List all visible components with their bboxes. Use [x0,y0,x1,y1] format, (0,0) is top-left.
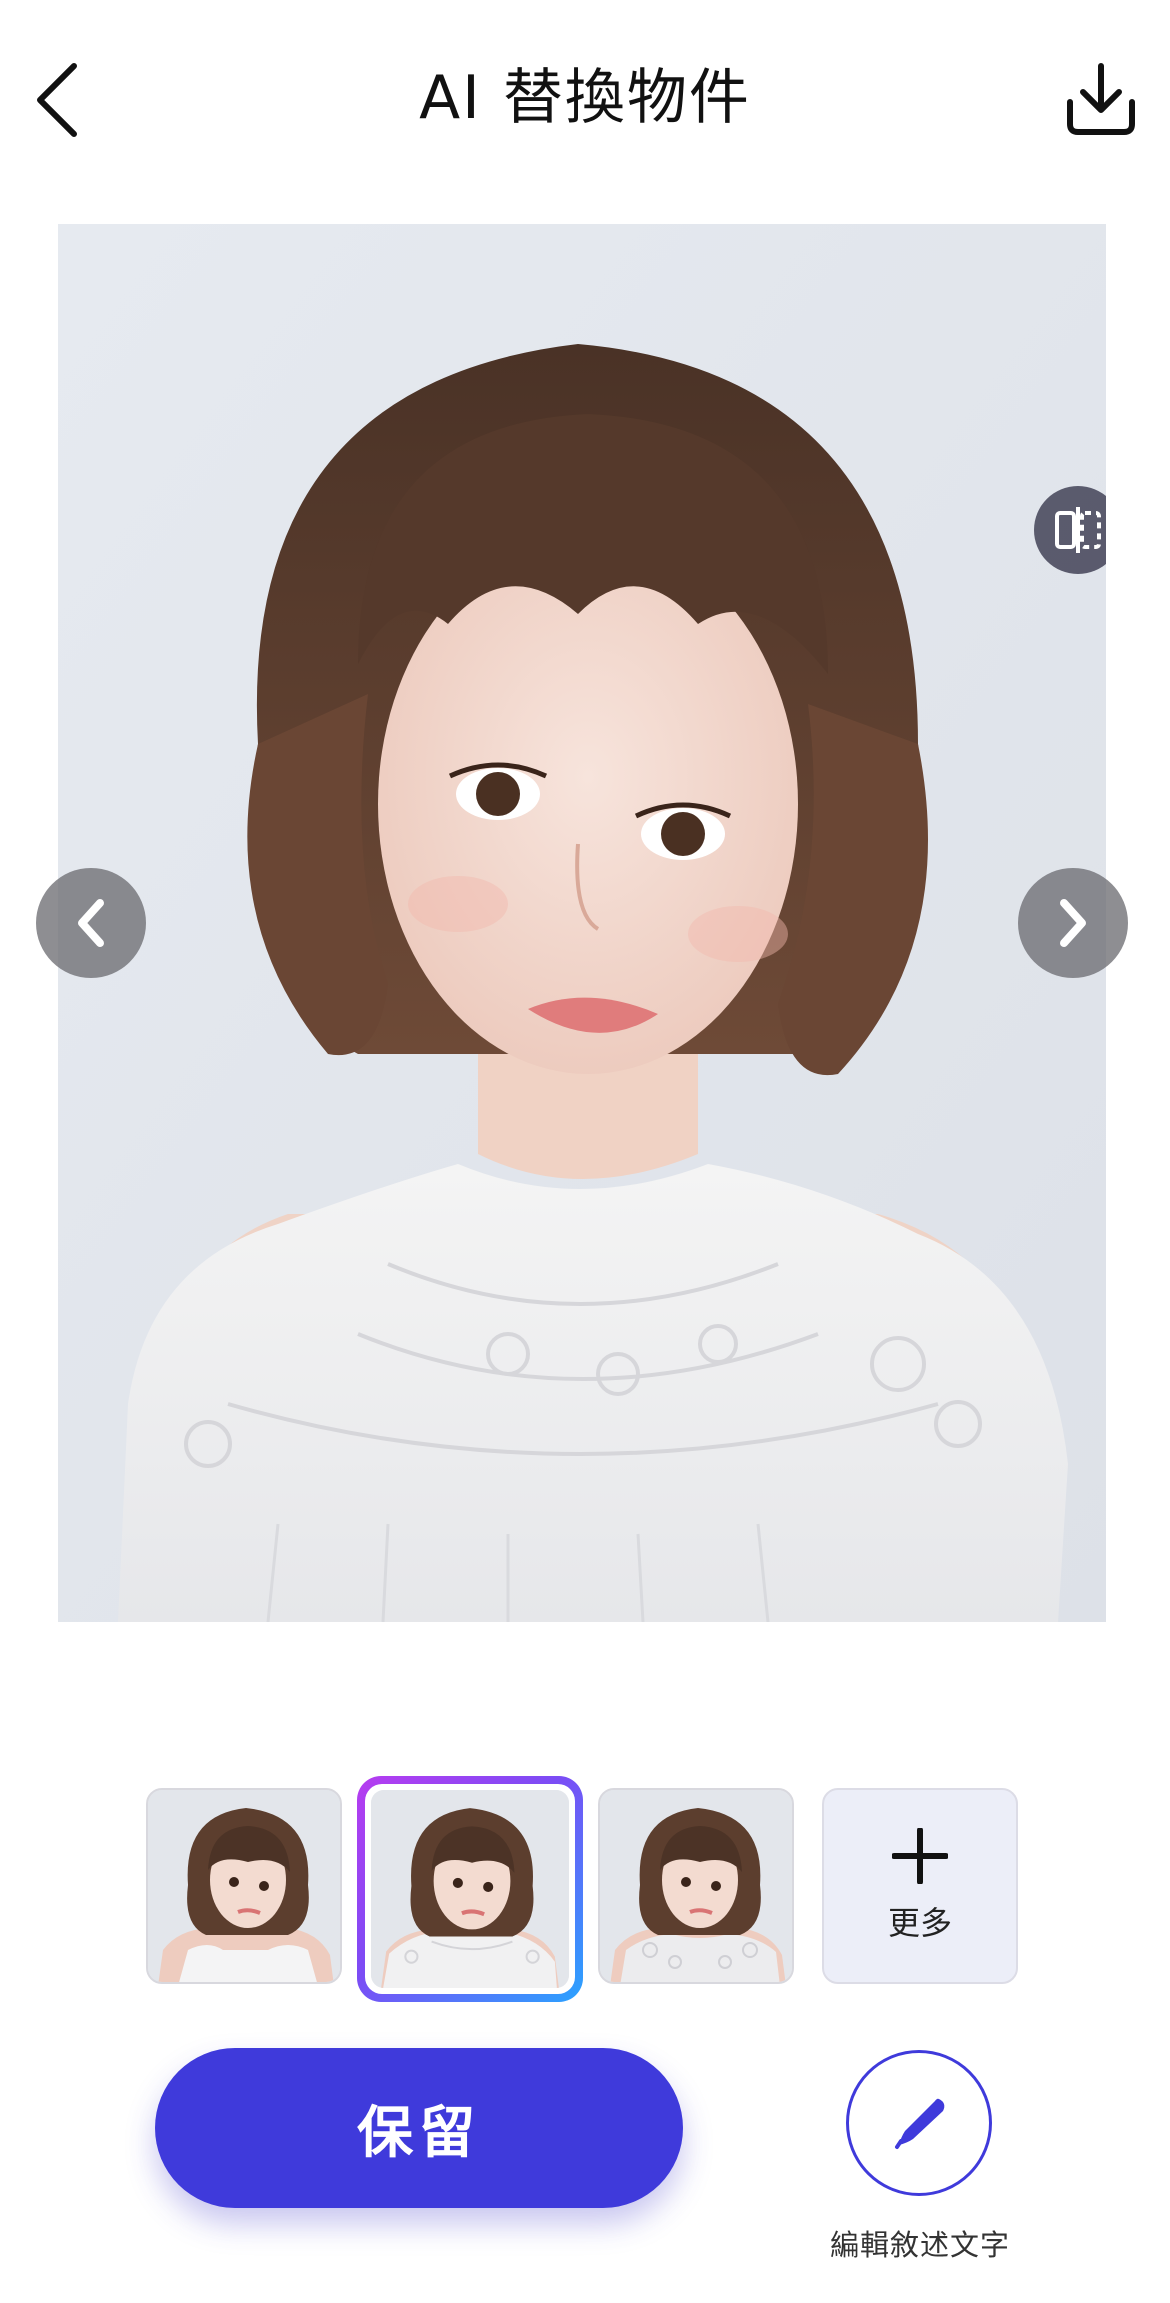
plus-icon [892,1828,948,1884]
variation-thumbnail-selected[interactable] [357,1776,583,2002]
chevron-left-icon [78,899,104,947]
result-image [58,224,1106,1622]
compare-split-icon [1055,507,1101,553]
variation-thumbnail[interactable] [598,1788,794,1984]
download-icon [1067,63,1135,135]
more-label: 更多 [887,1904,952,1942]
chevron-right-icon [1060,899,1086,947]
header: AI 替換物件 [0,0,1170,200]
variation-strip: 更多 [0,1776,1170,2006]
keep-button[interactable]: 保留 [155,2048,683,2208]
variation-thumbnail[interactable] [146,1788,342,1984]
variation-image [600,1790,792,1982]
selected-frame [365,1784,575,1994]
variation-image [148,1790,340,1982]
page-title: AI 替換物件 [419,63,751,133]
pen-icon [895,2098,945,2149]
more-variations-button[interactable]: 更多 [822,1788,1018,1984]
edit-prompt-label: 編輯敘述文字 [829,2228,1010,2262]
ai-replace-object-screen: AI 替換物件 更多 保留 編輯敘述文字 [0,0,1170,2303]
download-button[interactable] [1060,58,1142,140]
previous-image-button[interactable] [36,868,146,978]
next-image-button[interactable] [1018,868,1128,978]
edit-prompt-button[interactable] [846,2050,992,2196]
variation-image [371,1790,569,1988]
portrait-illustration [58,224,1106,1622]
